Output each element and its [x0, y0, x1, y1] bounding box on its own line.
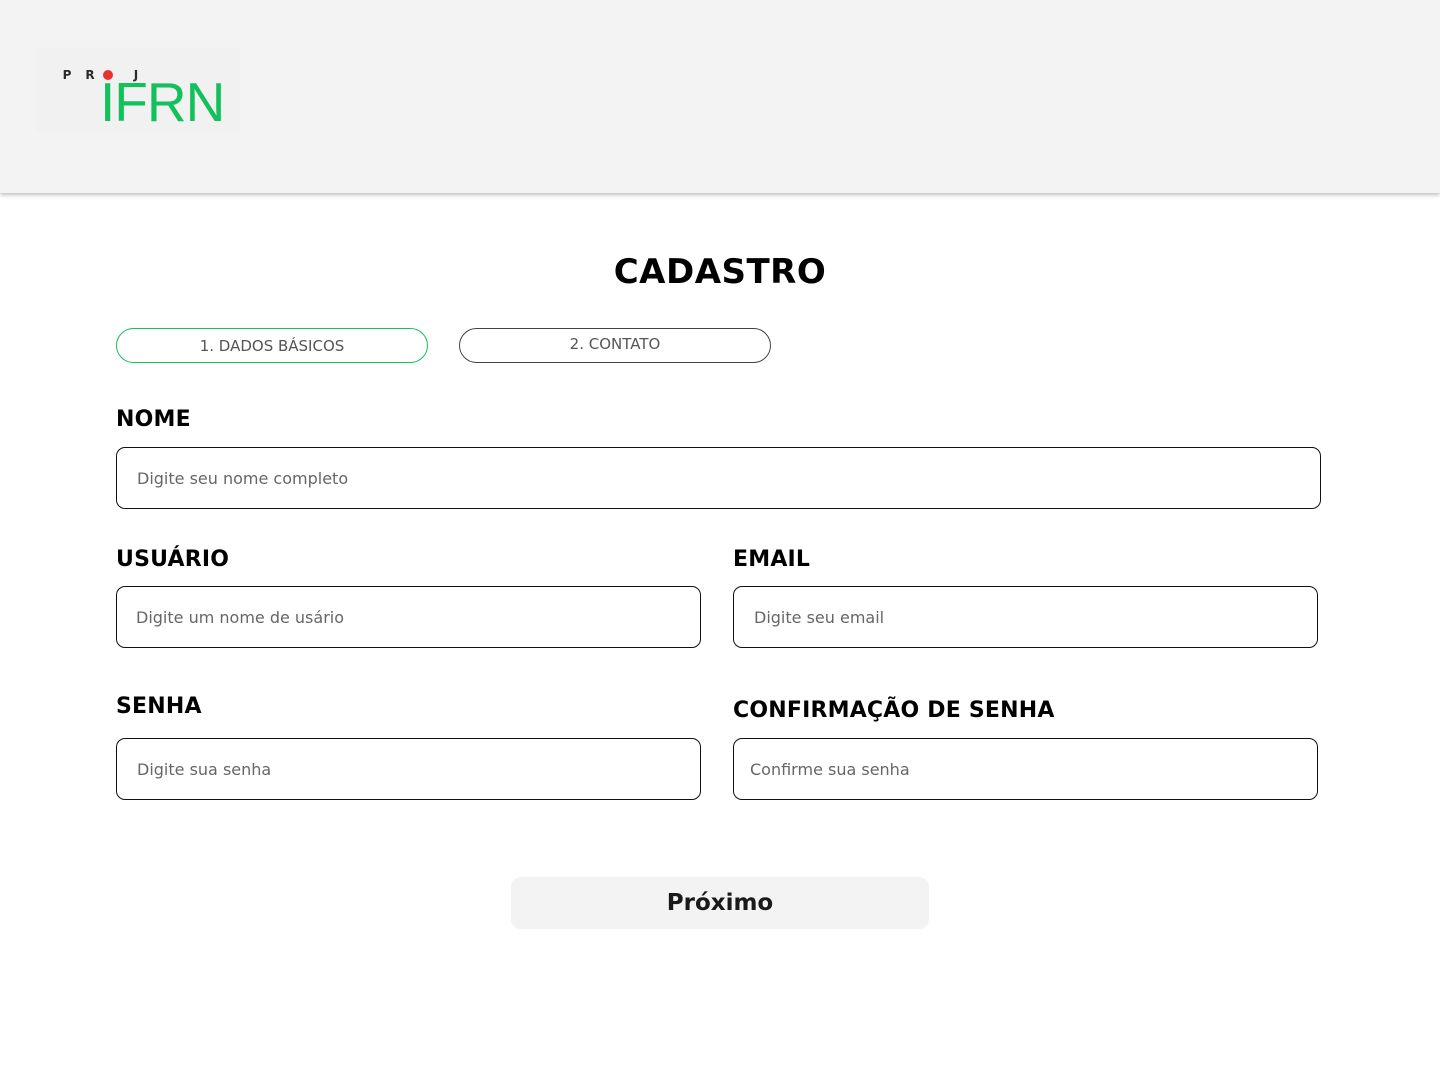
confirmacao-senha-input[interactable]	[733, 738, 1318, 800]
proximo-button[interactable]: Próximo	[511, 877, 929, 929]
email-label: EMAIL	[733, 547, 811, 572]
nome-input[interactable]	[116, 447, 1321, 509]
page-title: CADASTRO	[613, 252, 827, 292]
senha-input[interactable]	[116, 738, 701, 800]
usuario-label: USUÁRIO	[116, 547, 230, 572]
email-input[interactable]	[733, 586, 1318, 648]
logo-ifrn-text: IFRN	[100, 71, 225, 133]
confirmacao-senha-label: CONFIRMAÇÃO DE SENHA	[733, 698, 1055, 723]
tab-contato[interactable]: 2. CONTATO	[459, 328, 771, 363]
proj-ifrn-logo[interactable]: P R O J IFRN	[36, 48, 240, 132]
senha-label: SENHA	[116, 694, 202, 719]
nome-label: NOME	[116, 407, 191, 432]
tab-dados-basicos[interactable]: 1. DADOS BÁSICOS	[116, 328, 428, 363]
usuario-input[interactable]	[116, 586, 701, 648]
page-header: P R O J IFRN	[0, 0, 1440, 193]
